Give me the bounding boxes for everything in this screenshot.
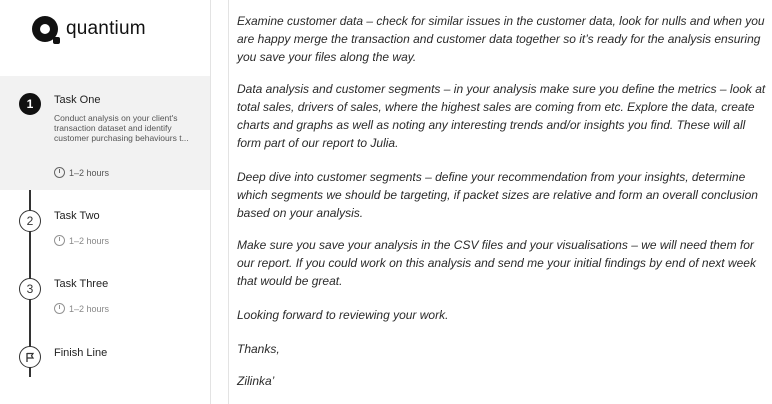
- task-item-3[interactable]: 3 Task Three 1–2 hours: [0, 268, 210, 326]
- task-title: Finish Line: [54, 347, 108, 359]
- paragraph: Data analysis and customer segments – in…: [237, 82, 766, 150]
- task-title: Task One: [54, 94, 101, 106]
- sidebar: quantium 1 Task One Conduct analysis on …: [0, 0, 211, 404]
- task-title: Task Two: [54, 210, 100, 222]
- task-duration: 1–2 hours: [54, 235, 109, 246]
- paragraph: Deep dive into customer segments – defin…: [237, 170, 758, 220]
- clock-icon: [54, 167, 65, 178]
- quantium-logo-icon: [32, 16, 60, 44]
- task-description: Conduct analysis on your client's transa…: [54, 113, 189, 143]
- paragraph: Examine customer data – check for simila…: [237, 14, 765, 64]
- flag-icon: [19, 346, 41, 368]
- duration-text: 1–2 hours: [69, 167, 110, 178]
- task-content: Examine customer data – check for simila…: [228, 0, 772, 404]
- brand-logo[interactable]: quantium: [32, 16, 146, 44]
- signature: Zilinka’: [237, 374, 275, 388]
- duration-text: 1–2 hours: [69, 235, 110, 246]
- step-number-1: 1: [19, 93, 41, 115]
- paragraph: Make sure you save your analysis in the …: [237, 238, 756, 288]
- step-number-3: 3: [19, 278, 41, 300]
- paragraph: Looking forward to reviewing your work.: [237, 308, 449, 322]
- clock-icon: [54, 235, 65, 246]
- task-item-2[interactable]: 2 Task Two 1–2 hours: [0, 200, 210, 258]
- step-number-2: 2: [19, 210, 41, 232]
- clock-icon: [54, 303, 65, 314]
- task-item-1[interactable]: 1 Task One Conduct analysis on your clie…: [0, 76, 210, 190]
- task-item-finish[interactable]: Finish Line: [0, 336, 210, 386]
- task-duration: 1–2 hours: [54, 303, 109, 314]
- task-title: Task Three: [54, 278, 109, 290]
- task-duration: 1–2 hours: [54, 167, 109, 178]
- duration-text: 1–2 hours: [69, 303, 110, 314]
- brand-name: quantium: [66, 18, 146, 39]
- paragraph: Thanks,: [237, 342, 280, 356]
